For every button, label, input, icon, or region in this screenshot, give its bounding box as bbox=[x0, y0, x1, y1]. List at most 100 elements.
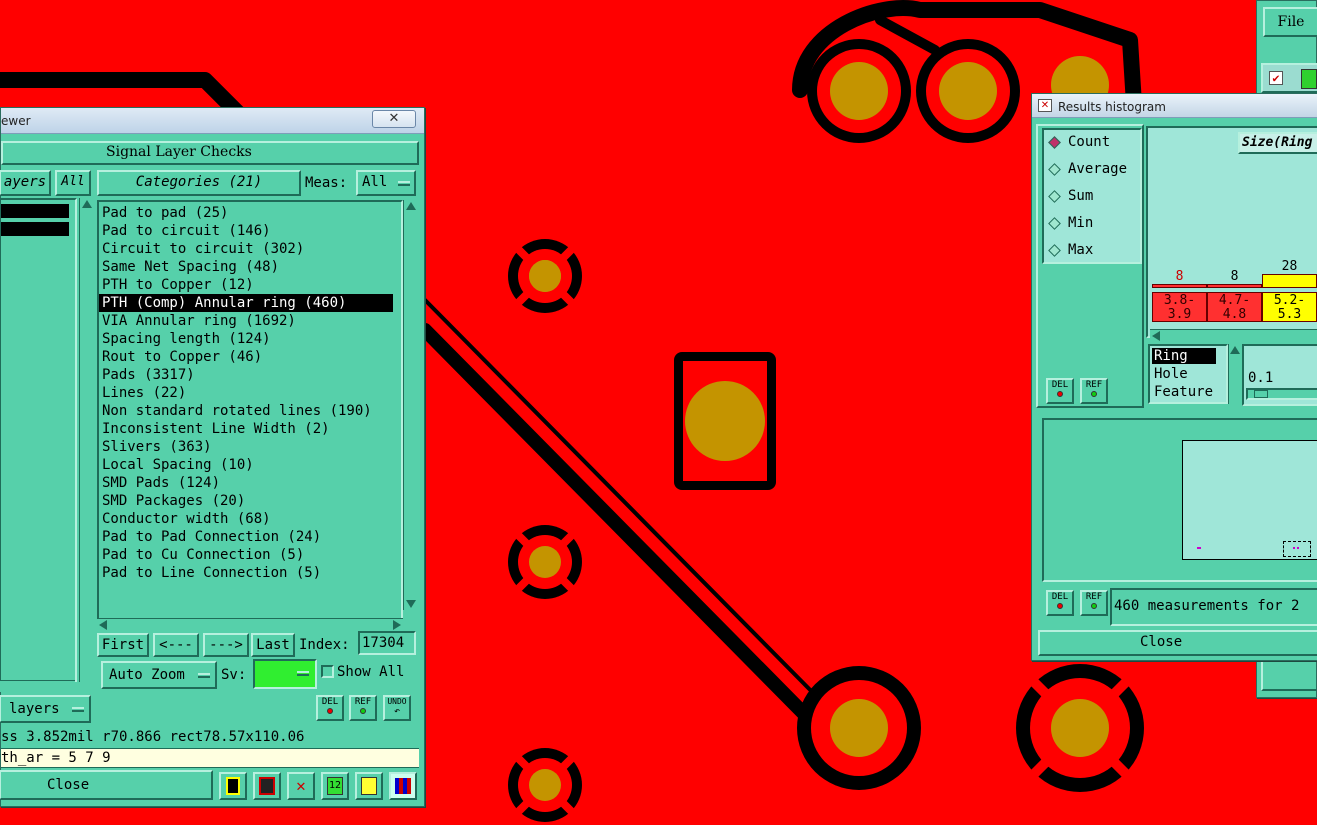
layer-item-2[interactable] bbox=[1, 222, 69, 236]
del-button[interactable]: DEL bbox=[1046, 378, 1074, 404]
numbered-icon[interactable]: 12 bbox=[321, 772, 349, 800]
del-label: DEL bbox=[1051, 592, 1069, 602]
sv-label: Sv: bbox=[221, 667, 247, 683]
file-menu[interactable]: File bbox=[1263, 7, 1317, 37]
delete-report-icon[interactable]: ✕ bbox=[287, 772, 315, 800]
formula-line: th_ar = 5 7 9 bbox=[1, 748, 419, 768]
category-item[interactable]: VIA Annular ring (1692) bbox=[99, 312, 401, 330]
histogram-bar[interactable] bbox=[1207, 284, 1262, 288]
show-all-checkbox[interactable] bbox=[321, 665, 334, 678]
all-layers-button[interactable]: All bbox=[55, 170, 91, 196]
data-point bbox=[1283, 541, 1311, 557]
scroll-left-icon[interactable] bbox=[99, 620, 107, 630]
layer-item-1[interactable] bbox=[1, 204, 69, 218]
category-item[interactable]: Rout to Copper (46) bbox=[99, 348, 401, 366]
category-item[interactable]: PTH (Comp) Annular ring (460) bbox=[99, 294, 393, 312]
meas-value: All bbox=[362, 174, 388, 190]
ref-button[interactable]: REF bbox=[1080, 378, 1108, 404]
next-button[interactable]: ---> bbox=[203, 633, 249, 657]
del-button[interactable]: DEL bbox=[316, 695, 344, 721]
layers-scrollbar[interactable] bbox=[79, 198, 93, 682]
category-item[interactable]: Pads (3317) bbox=[99, 366, 401, 384]
meas-dropdown[interactable]: All bbox=[356, 170, 416, 196]
scroll-right-icon[interactable] bbox=[393, 620, 401, 630]
undo-button[interactable]: UNDO ↶ bbox=[383, 695, 411, 721]
type-option[interactable]: Ring bbox=[1152, 348, 1216, 364]
prev-button[interactable]: <--- bbox=[153, 633, 199, 657]
type-scrollbar[interactable] bbox=[1228, 344, 1240, 404]
layers-dropdown[interactable]: layers bbox=[0, 695, 91, 723]
del-button[interactable]: DEL bbox=[1046, 590, 1074, 616]
type-option[interactable]: Hole bbox=[1152, 366, 1216, 382]
category-item[interactable]: Pad to Line Connection (5) bbox=[99, 564, 401, 582]
dropdown-icon bbox=[72, 707, 84, 712]
close-button[interactable]: Close bbox=[0, 770, 213, 800]
scatter-panel[interactable] bbox=[1042, 418, 1317, 582]
mode-option-max[interactable]: Max bbox=[1048, 242, 1142, 260]
category-item[interactable]: Spacing length (124) bbox=[99, 330, 401, 348]
scatter-plot[interactable] bbox=[1182, 440, 1317, 560]
categories-hscrollbar[interactable] bbox=[97, 618, 403, 630]
scroll-up-icon[interactable] bbox=[1230, 346, 1240, 354]
scroll-up-icon[interactable] bbox=[406, 202, 416, 210]
checkmark-icon[interactable]: ✔ bbox=[1269, 71, 1283, 85]
category-item[interactable]: Pad to pad (25) bbox=[99, 204, 401, 222]
category-item[interactable]: Inconsistent Line Width (2) bbox=[99, 420, 401, 438]
report-icon[interactable] bbox=[253, 772, 281, 800]
person-glyph-icon bbox=[226, 777, 240, 795]
categories-button[interactable]: Categories (21) bbox=[97, 170, 301, 196]
scroll-left-icon[interactable] bbox=[1152, 331, 1160, 341]
slider-thumb[interactable] bbox=[1254, 390, 1268, 398]
layers-list[interactable] bbox=[0, 198, 77, 682]
meas-label: Meas: bbox=[305, 175, 348, 191]
histogram-icon[interactable] bbox=[389, 772, 417, 800]
mode-label: Max bbox=[1068, 242, 1094, 258]
first-button[interactable]: First bbox=[97, 633, 149, 657]
threshold-slider[interactable] bbox=[1246, 388, 1317, 400]
ref-button[interactable]: REF bbox=[349, 695, 377, 721]
layers-button[interactable]: ayers bbox=[0, 170, 51, 196]
category-item[interactable]: Circuit to circuit (302) bbox=[99, 240, 401, 258]
category-item[interactable]: SMD Packages (20) bbox=[99, 492, 401, 510]
mode-option-count[interactable]: Count bbox=[1048, 134, 1142, 152]
del-label: DEL bbox=[1051, 380, 1069, 390]
category-item[interactable]: Pad to circuit (146) bbox=[99, 222, 401, 240]
red-dot-icon bbox=[1057, 391, 1063, 397]
sv-color-dropdown[interactable] bbox=[253, 659, 317, 689]
index-field[interactable]: 17304 bbox=[358, 631, 416, 655]
person-icon[interactable] bbox=[219, 772, 247, 800]
mode-label: Average bbox=[1068, 161, 1128, 177]
category-item[interactable]: SMD Pads (124) bbox=[99, 474, 401, 492]
notes-icon[interactable] bbox=[355, 772, 383, 800]
category-item[interactable]: Conductor width (68) bbox=[99, 510, 401, 528]
mode-option-min[interactable]: Min bbox=[1048, 215, 1142, 233]
type-list[interactable]: Ring Hole Feature bbox=[1148, 344, 1228, 404]
layers-hscrollbar[interactable] bbox=[0, 680, 75, 692]
close-icon[interactable]: ✕ bbox=[372, 110, 416, 128]
category-item[interactable]: Non standard rotated lines (190) bbox=[99, 402, 401, 420]
category-item[interactable]: PTH to Copper (12) bbox=[99, 276, 401, 294]
category-item[interactable]: Slivers (363) bbox=[99, 438, 401, 456]
histogram-bar[interactable] bbox=[1262, 274, 1317, 288]
scroll-up-icon[interactable] bbox=[82, 200, 92, 208]
mode-option-sum[interactable]: Sum bbox=[1048, 188, 1142, 206]
ref-button[interactable]: REF bbox=[1080, 590, 1108, 616]
auto-zoom-dropdown[interactable]: Auto Zoom bbox=[101, 661, 217, 689]
category-item[interactable]: Lines (22) bbox=[99, 384, 401, 402]
chart-hscrollbar[interactable] bbox=[1150, 329, 1317, 341]
scroll-down-icon[interactable] bbox=[406, 600, 416, 608]
mode-option-average[interactable]: Average bbox=[1048, 161, 1142, 179]
categories-scrollbar[interactable] bbox=[403, 200, 417, 610]
green-tool-icon[interactable] bbox=[1301, 69, 1317, 89]
category-item[interactable]: Same Net Spacing (48) bbox=[99, 258, 401, 276]
histogram-bar[interactable] bbox=[1152, 284, 1207, 288]
close-button[interactable]: Close bbox=[1038, 630, 1317, 656]
signal-checks-window: ewer ✕ Signal Layer Checks ayers All Cat… bbox=[0, 107, 425, 807]
category-item[interactable]: Local Spacing (10) bbox=[99, 456, 401, 474]
type-option[interactable]: Feature bbox=[1152, 384, 1216, 400]
category-item[interactable]: Pad to Pad Connection (24) bbox=[99, 528, 401, 546]
categories-list[interactable]: Pad to pad (25) Pad to circuit (146) Circu… bbox=[97, 200, 403, 620]
green-dot-icon bbox=[360, 708, 366, 714]
category-item[interactable]: Pad to Cu Connection (5) bbox=[99, 546, 401, 564]
last-button[interactable]: Last bbox=[251, 633, 295, 657]
